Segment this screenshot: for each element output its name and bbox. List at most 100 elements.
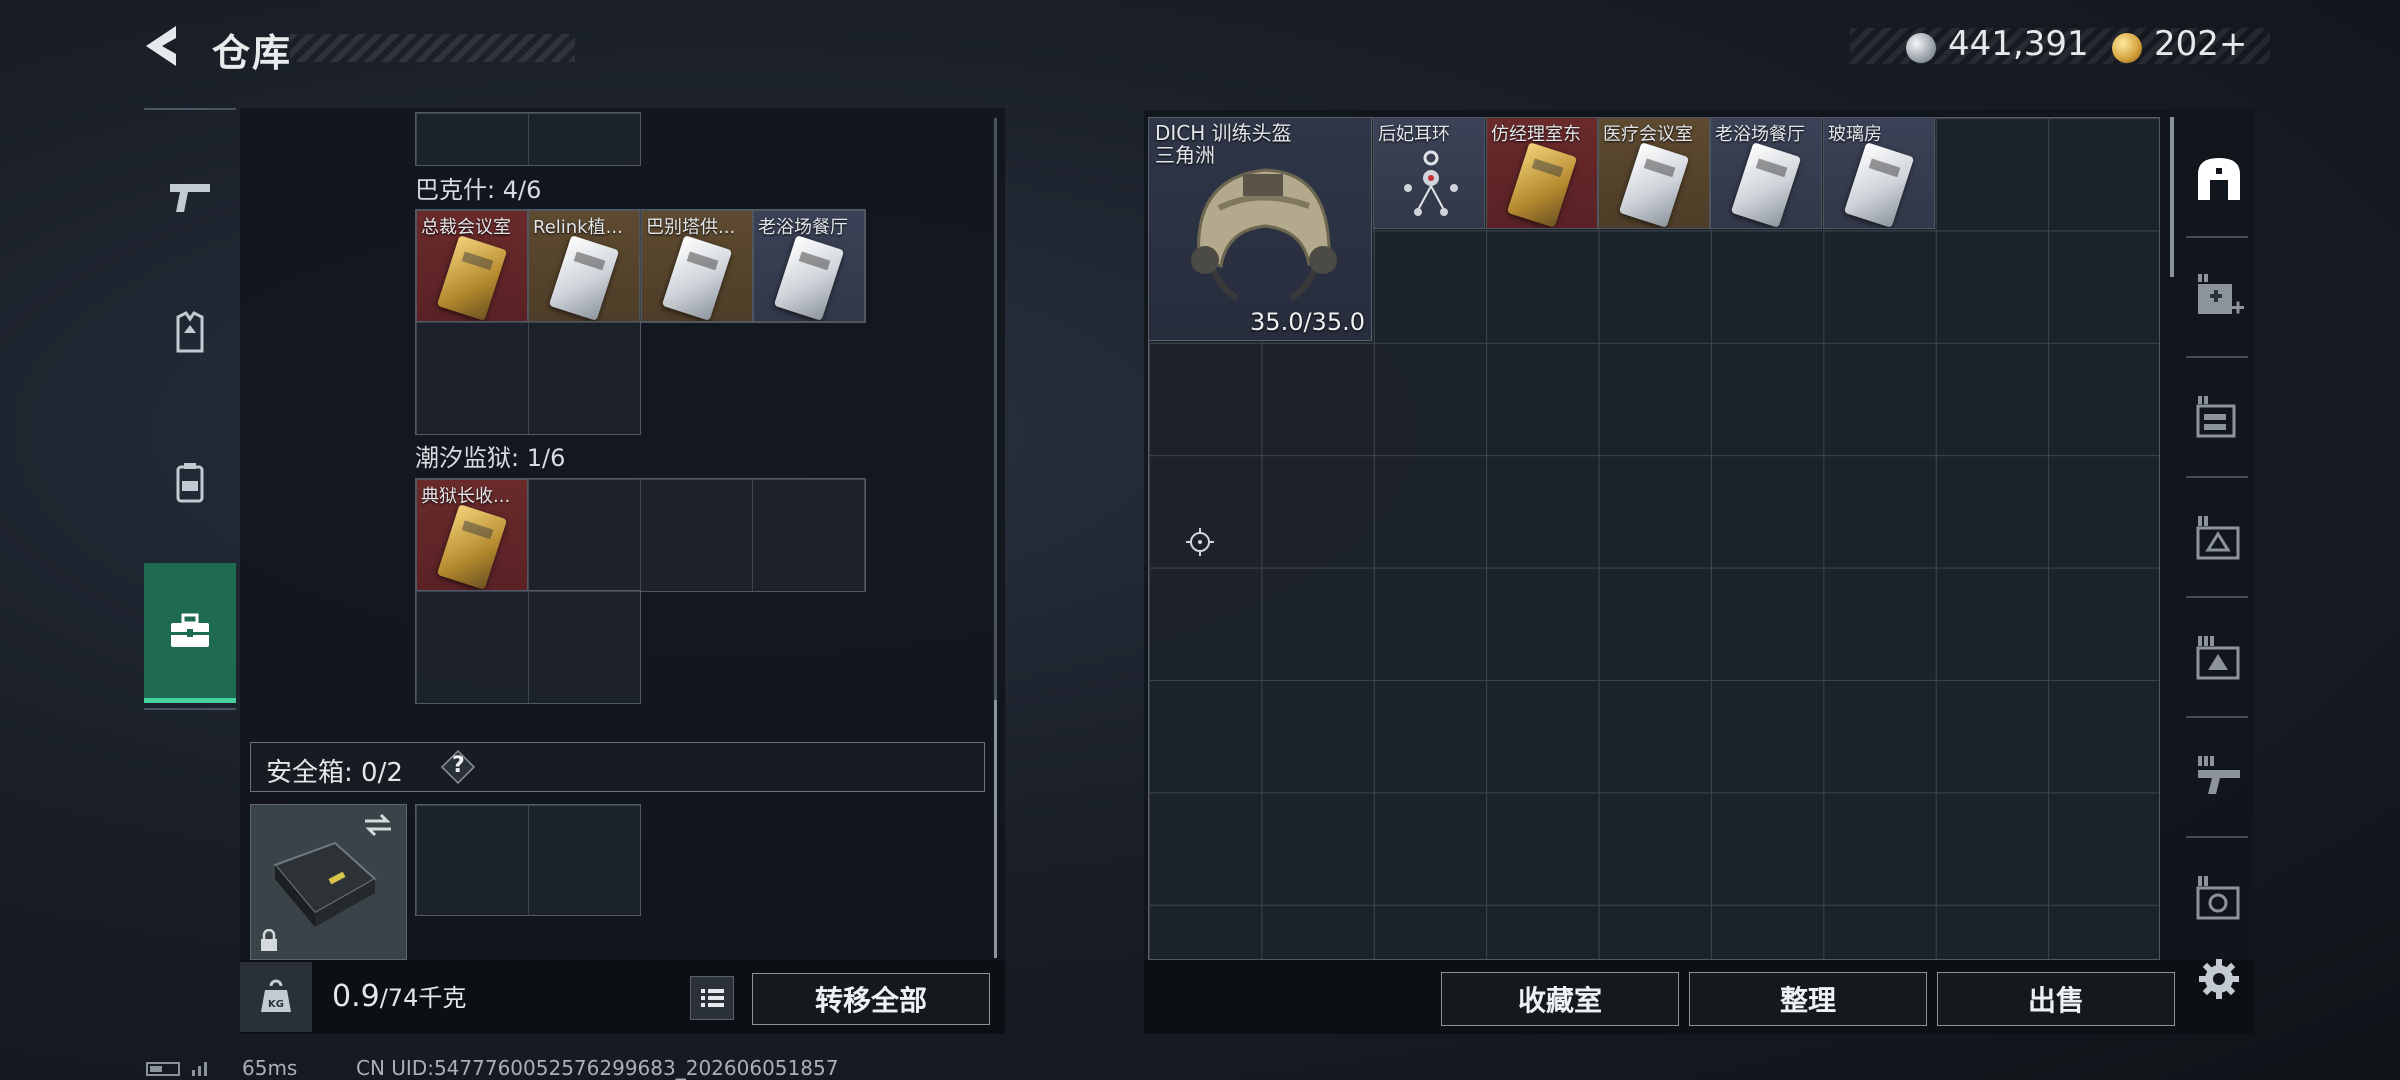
helmet-name: DICH 训练头盔 三角洲 (1155, 122, 1292, 166)
key-card-item[interactable]: 总裁会议室 (416, 210, 528, 322)
gear-icon (2199, 959, 2239, 999)
sidebar-divider (2186, 356, 2248, 358)
key-card-item[interactable]: 医疗会议室 (1598, 117, 1710, 229)
gun-icon (170, 184, 210, 212)
key-grid-bakesh-row2 (415, 321, 641, 435)
key-card-item[interactable]: 巴别塔供... (641, 210, 753, 322)
weapon-storage-icon (2198, 756, 2240, 794)
sidebar-item-armor[interactable] (144, 293, 236, 373)
help-button[interactable]: ? (440, 749, 476, 785)
storage-shelf-icon (2196, 396, 2236, 438)
toolbox-icon (171, 613, 209, 647)
storage-tab-expand-4[interactable] (2192, 630, 2246, 684)
lock-icon (261, 929, 277, 951)
item-name: Relink植... (533, 217, 623, 238)
storage-scrollbar[interactable] (2170, 117, 2174, 277)
transfer-all-button[interactable]: 转移全部 (752, 973, 990, 1025)
sidebar-item-backpack[interactable] (144, 443, 236, 523)
storage-tab-expand-6[interactable] (2192, 870, 2246, 924)
storage-tab-expand-1[interactable] (2192, 268, 2246, 322)
helmet-icon (1191, 168, 1337, 301)
helmet-name-line2: 三角洲 (1155, 143, 1215, 167)
item-name: 玻璃房 (1828, 124, 1882, 145)
storage-tab-expand-2[interactable] (2192, 390, 2246, 444)
back-button[interactable] (140, 22, 188, 70)
add-storage-icon (2198, 274, 2244, 314)
collection-room-button[interactable]: 收藏室 (1441, 972, 1679, 1026)
key-card-item[interactable]: Relink植... (528, 210, 640, 322)
storage-tab-expand-5[interactable] (2192, 750, 2246, 804)
item-name: 后妃耳环 (1378, 124, 1450, 145)
gold-currency-amount[interactable]: 202+ (2154, 24, 2247, 64)
user-uid: CN UID:5477760052576299683_202606051857 (356, 1056, 839, 1080)
sidebar-divider (144, 108, 236, 110)
device-status-icons (146, 1062, 207, 1076)
sidebar-divider (2186, 236, 2248, 238)
key-card-item[interactable]: 玻璃房 (1823, 117, 1935, 229)
key-card-icon (1618, 142, 1690, 228)
sidebar-divider (2186, 716, 2248, 718)
silver-coin-icon (1906, 33, 1936, 63)
safe-storage-icon (2196, 876, 2240, 920)
secure-case-slot[interactable] (250, 804, 407, 960)
svg-text:KG: KG (268, 999, 284, 1010)
earring-icon (1404, 150, 1458, 216)
storage-tab-main[interactable] (2192, 152, 2246, 206)
sidebar-item-weapons[interactable] (144, 158, 236, 238)
weight-current: 0.9 (332, 979, 380, 1014)
crosshair-cursor-icon (1186, 528, 1214, 556)
item-name: 典狱长收... (421, 486, 511, 507)
key-card-item[interactable]: 老浴场餐厅 (1710, 117, 1822, 229)
weight-indicator: KG (240, 962, 312, 1032)
key-card-icon (773, 235, 845, 321)
sidebar-divider (2186, 836, 2248, 838)
page-title: 仓库 (212, 31, 293, 75)
organize-button[interactable]: 整理 (1689, 972, 1927, 1026)
list-view-button[interactable] (690, 976, 734, 1020)
add-gold-button[interactable]: + (2219, 24, 2248, 64)
list-icon (701, 989, 724, 1007)
sidebar-item-storage[interactable] (144, 563, 236, 703)
item-name: 仿经理室东 (1491, 124, 1581, 145)
sidebar-divider (2186, 596, 2248, 598)
key-card-icon (1506, 142, 1578, 228)
storage-tab-expand-3[interactable] (2192, 510, 2246, 564)
sidebar-divider (2186, 476, 2248, 478)
swap-icon[interactable] (361, 811, 395, 839)
sidebar-divider (144, 708, 236, 710)
helmet-item[interactable]: DICH 训练头盔 三角洲 35.0/35.0 (1148, 117, 1372, 341)
weight-icon: KG (261, 979, 291, 1012)
gold-amount-value: 202 (2154, 24, 2219, 64)
key-card-icon (661, 235, 733, 321)
settings-button[interactable] (2192, 952, 2246, 1006)
earring-item[interactable]: 后妃耳环 (1373, 117, 1485, 229)
section-label-bakesh: 巴克什: 4/6 (415, 176, 542, 204)
key-card-item[interactable]: 老浴场餐厅 (753, 210, 865, 322)
key-card-icon (1843, 142, 1915, 228)
silver-currency-amount: 441,391 (1948, 24, 2089, 64)
item-name: 老浴场餐厅 (1715, 124, 1805, 145)
key-card-icon (1730, 142, 1802, 228)
sell-button[interactable]: 出售 (1937, 972, 2175, 1026)
warning-storage-icon (2196, 636, 2240, 680)
key-grid-previous (415, 112, 641, 166)
back-arrow-icon (146, 26, 176, 66)
item-name: 巴别塔供... (646, 217, 736, 238)
key-card-item[interactable]: 仿经理室东 (1486, 117, 1598, 229)
helmet-name-line1: DICH 训练头盔 (1155, 121, 1292, 145)
section-label-tidal-prison: 潮汐监狱: 1/6 (415, 444, 566, 472)
key-card-icon (548, 235, 620, 321)
title-decoration (290, 34, 575, 62)
safebox-grid (415, 804, 641, 916)
warehouse-icon (2198, 158, 2240, 200)
item-name: 总裁会议室 (421, 217, 511, 238)
key-card-item[interactable]: 典狱长收... (416, 479, 528, 591)
inventory-scrollbar-thumb[interactable] (994, 700, 997, 958)
item-name: 医疗会议室 (1603, 124, 1693, 145)
storage-category-sidebar (144, 108, 236, 712)
weight-readout: 0.9/74千克 (332, 978, 466, 1014)
key-card-icon (436, 504, 508, 590)
gold-coin-icon (2112, 33, 2142, 63)
backpack-icon (176, 463, 204, 503)
ping-readout: 65ms (242, 1056, 298, 1080)
